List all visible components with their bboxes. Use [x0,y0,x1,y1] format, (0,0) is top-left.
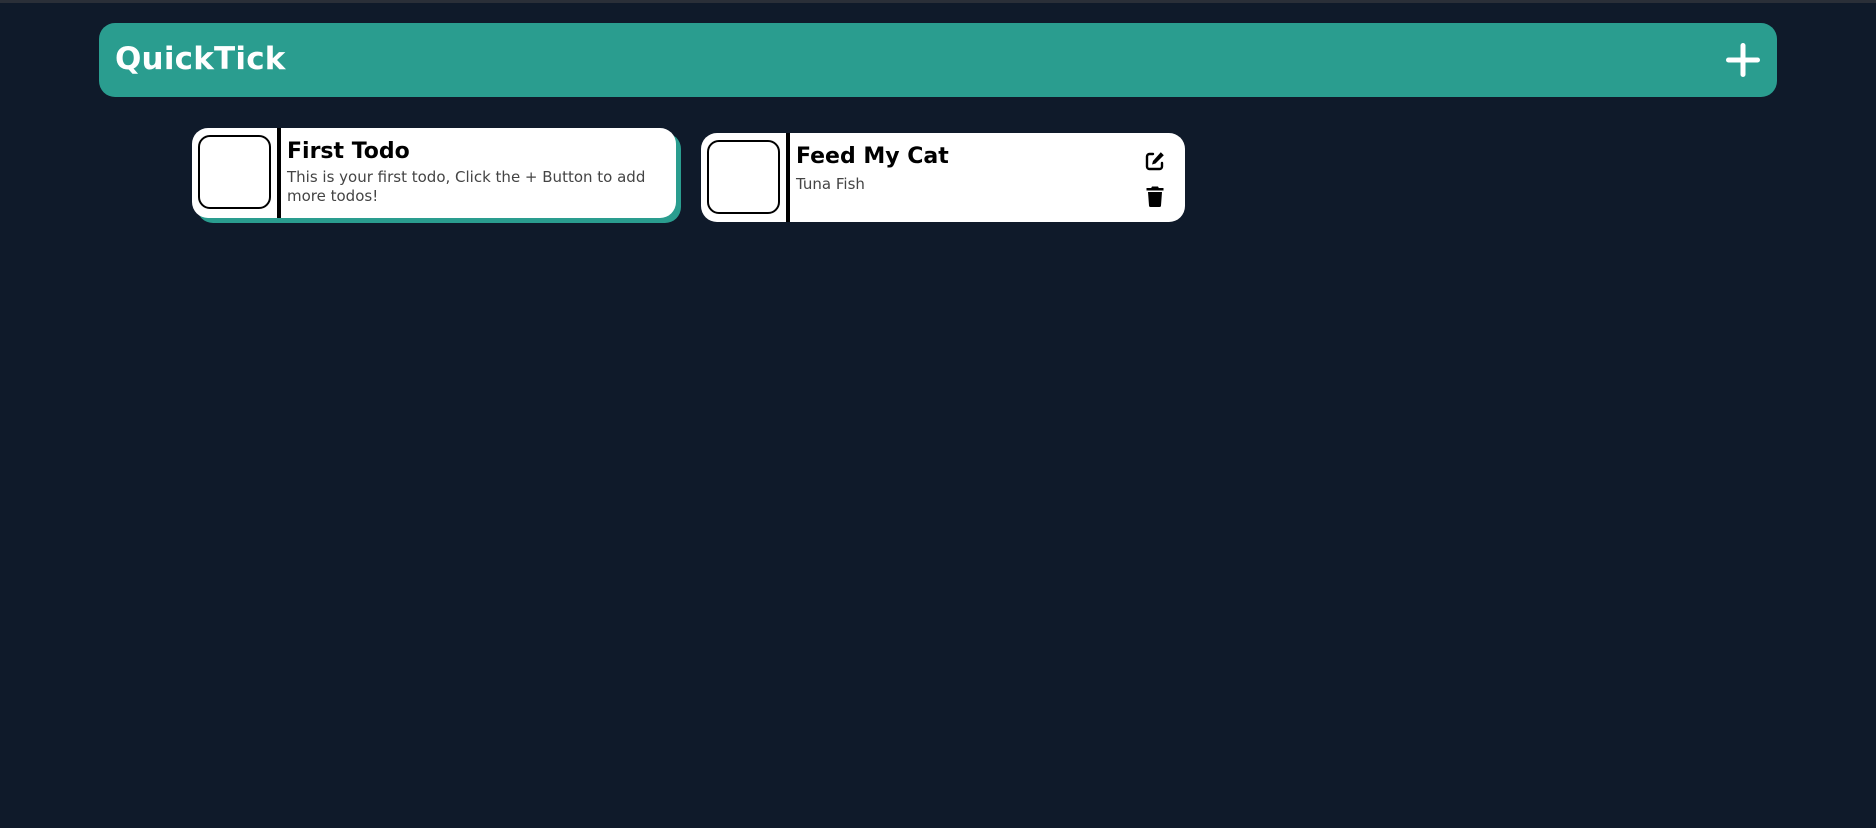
window-top-border [0,0,1876,3]
todo-description: Tuna Fish [796,175,865,193]
edit-todo-button[interactable] [1143,149,1167,173]
todo-divider [277,128,281,218]
todo-checkbox[interactable] [707,140,780,214]
trash-icon [1146,186,1164,207]
todo-title: Feed My Cat [796,144,949,169]
delete-todo-button[interactable] [1143,184,1167,208]
app-header: QuickTick [99,23,1777,97]
todo-divider [786,133,790,222]
todo-title: First Todo [287,139,410,164]
todo-card: First Todo This is your first todo, Clic… [192,128,676,218]
edit-icon [1145,152,1164,171]
todo-checkbox[interactable] [198,135,271,209]
plus-icon [1726,43,1760,77]
todo-card: Feed My Cat Tuna Fish [701,133,1185,222]
todo-description: This is your first todo, Click the + But… [287,168,646,205]
add-todo-button[interactable] [1723,40,1763,80]
app-title: QuickTick [115,41,286,77]
